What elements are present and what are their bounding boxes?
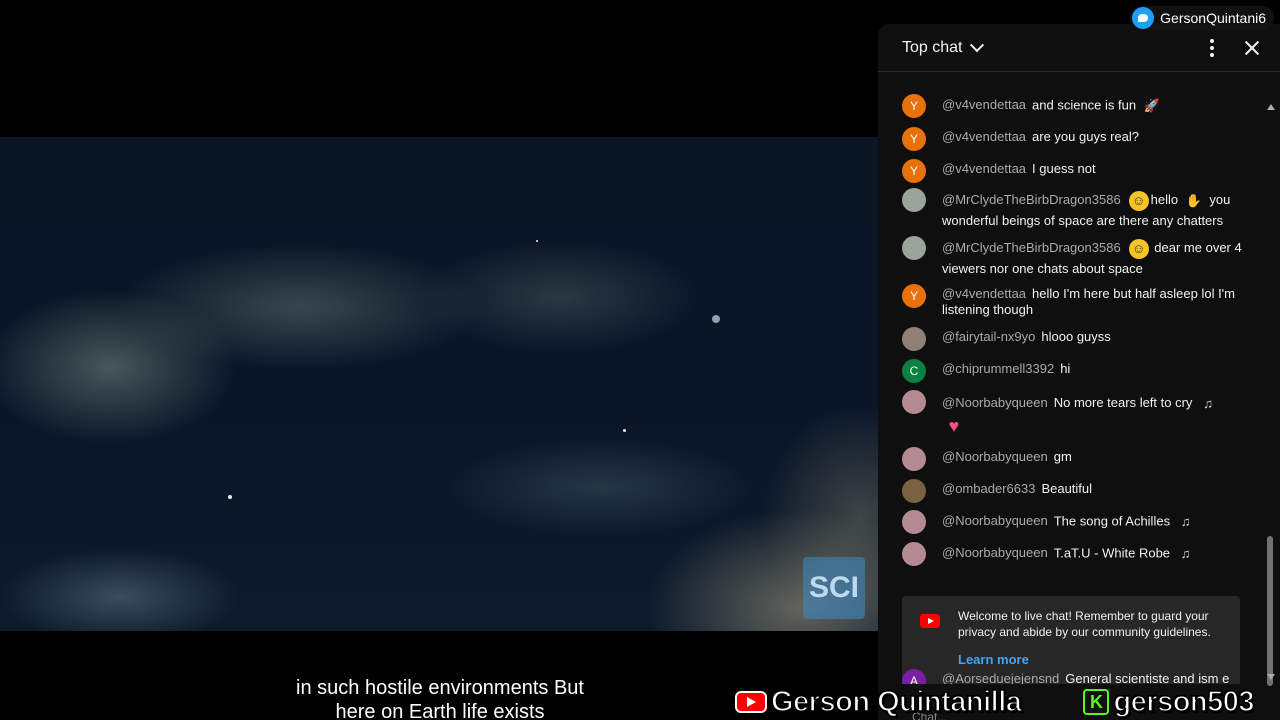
message-text: Beautiful bbox=[1041, 481, 1093, 496]
youtube-icon bbox=[920, 614, 940, 628]
message-text: hi bbox=[1060, 361, 1071, 376]
rocket-emoji-icon: 🚀 bbox=[1143, 98, 1160, 113]
avatar[interactable]: Y bbox=[902, 284, 926, 308]
close-icon[interactable] bbox=[1240, 36, 1264, 60]
author-name[interactable]: @Noorbabyqueen bbox=[942, 545, 1048, 560]
chat-message: @Noorbabyqueen T.aT.U - White Robe ♫ bbox=[902, 542, 1264, 566]
author-name[interactable]: @MrClydeTheBirbDragon3586 bbox=[942, 240, 1121, 255]
star-speck bbox=[536, 240, 538, 242]
message-text: gm bbox=[1053, 449, 1072, 464]
chat-message: Y @v4vendettaa and science is fun 🚀 bbox=[902, 94, 1264, 118]
scroll-down-arrow-icon[interactable] bbox=[1267, 674, 1275, 680]
author-name[interactable]: @v4vendettaa bbox=[942, 97, 1026, 112]
avatar[interactable] bbox=[902, 236, 926, 260]
avatar[interactable] bbox=[902, 510, 926, 534]
chat-message: @MrClydeTheBirbDragon3586 ☺ dear me over … bbox=[902, 236, 1264, 279]
avatar[interactable] bbox=[902, 390, 926, 414]
chat-message: @Noorbabyqueen The song of Achilles ♫ bbox=[902, 510, 1264, 534]
message-text: hello bbox=[1150, 192, 1179, 207]
author-name[interactable]: @v4vendettaa bbox=[942, 286, 1026, 301]
wave-emoji-icon: ✋ bbox=[1185, 192, 1202, 208]
avatar[interactable]: Y bbox=[902, 94, 926, 118]
chat-message: @MrClydeTheBirbDragon3586 ☺ hello ✋ you wo… bbox=[902, 188, 1264, 231]
chat-mode-dropdown[interactable]: Top chat bbox=[902, 37, 985, 57]
chat-message: Y @v4vendettaa are you guys real? bbox=[902, 127, 1264, 151]
subtitle-line-2: here on Earth life exists bbox=[335, 701, 545, 720]
stream-screen: SCI in such hostile environments But her… bbox=[0, 0, 1280, 720]
avatar[interactable]: C bbox=[902, 359, 926, 383]
twitter-icon bbox=[1132, 7, 1155, 29]
avatar[interactable] bbox=[902, 188, 926, 212]
kick-logo-icon: K bbox=[1083, 689, 1110, 715]
learn-more-link[interactable]: Learn more bbox=[958, 652, 1029, 667]
author-name[interactable]: @Noorbabyqueen bbox=[942, 449, 1048, 464]
author-name[interactable]: @Aorseduejejensnd bbox=[942, 671, 1059, 684]
avatar[interactable]: Y bbox=[902, 127, 926, 151]
kick-channel-name: gerson503 bbox=[1113, 685, 1256, 719]
avatar[interactable] bbox=[902, 542, 926, 566]
more-options-icon[interactable] bbox=[1200, 36, 1224, 60]
author-name[interactable]: @v4vendettaa bbox=[942, 161, 1026, 176]
smile-emoji-icon: ☺ bbox=[1128, 190, 1149, 211]
chat-message: C @chiprummell3392 hi bbox=[902, 359, 1264, 383]
author-name[interactable]: @Noorbabyqueen bbox=[942, 513, 1048, 528]
star-speck bbox=[228, 495, 232, 499]
twitter-handle: GersonQuintani6 bbox=[1160, 10, 1266, 26]
welcome-text: Welcome to live chat! Remember to guard … bbox=[958, 609, 1211, 639]
video-frame[interactable]: SCI bbox=[0, 137, 878, 631]
music-notes-emoji-icon: ♫ bbox=[1180, 546, 1191, 561]
scroll-up-arrow-icon[interactable] bbox=[1267, 104, 1275, 110]
chat-message: @Noorbabyqueen gm bbox=[902, 447, 1264, 471]
smile-emoji-icon: ☺ bbox=[1128, 238, 1149, 259]
twitter-overlay: GersonQuintani6 bbox=[1130, 6, 1274, 30]
chat-message: @Noorbabyqueen No more tears left to cry … bbox=[902, 390, 1264, 436]
chat-message-list[interactable]: Y @v4vendettaa and science is fun 🚀 Y @v4… bbox=[878, 72, 1266, 684]
heart-emoji-icon: ♥ bbox=[948, 415, 960, 436]
video-subtitle: in such hostile environments But here on… bbox=[240, 676, 640, 720]
author-name[interactable]: @chiprummell3392 bbox=[942, 361, 1054, 376]
chat-message: Y @v4vendettaa I guess not bbox=[902, 159, 1264, 183]
star-speck bbox=[623, 429, 626, 432]
author-name[interactable]: @MrClydeTheBirbDragon3586 bbox=[942, 192, 1121, 207]
streamer-brand-bar: Gerson Quintanilla K gerson503 bbox=[735, 685, 1256, 719]
avatar[interactable] bbox=[902, 327, 926, 351]
message-text: and science is fun bbox=[1032, 97, 1137, 113]
chat-message: Y @v4vendettaa hello I'm here but half as… bbox=[902, 284, 1264, 318]
subtitle-line-1: in such hostile environments But bbox=[296, 677, 584, 699]
chat-message: @fairytail-nx9yo hlooo guyss bbox=[902, 327, 1264, 351]
chat-message: A @Aorseduejejensnd General scientiste an… bbox=[902, 669, 1264, 684]
avatar[interactable] bbox=[902, 479, 926, 503]
author-name[interactable]: @Noorbabyqueen bbox=[942, 395, 1048, 410]
star-speck bbox=[712, 315, 720, 323]
chat-mode-label: Top chat bbox=[902, 38, 963, 56]
chat-message: @ombader6633 Beautiful bbox=[902, 479, 1264, 503]
message-text: hlooo guyss bbox=[1041, 329, 1111, 344]
avatar[interactable]: Y bbox=[902, 159, 926, 183]
channel-watermark: SCI bbox=[803, 557, 865, 619]
message-text: The song of Achilles bbox=[1053, 513, 1171, 529]
chat-header: Top chat bbox=[878, 24, 1280, 72]
message-text: are you guys real? bbox=[1032, 129, 1139, 144]
live-chat-panel: Top chat Y @v4vendettaa and science is fu… bbox=[878, 24, 1280, 720]
author-name[interactable]: @v4vendettaa bbox=[942, 129, 1026, 144]
kick-brand: K gerson503 bbox=[1083, 685, 1256, 719]
youtube-brand: Gerson Quintanilla bbox=[735, 685, 1023, 719]
chat-scrollbar-thumb[interactable] bbox=[1267, 536, 1273, 686]
youtube-logo-icon bbox=[735, 691, 767, 713]
avatar[interactable]: A bbox=[902, 669, 926, 684]
music-notes-emoji-icon: ♫ bbox=[1180, 514, 1191, 529]
author-name[interactable]: @fairytail-nx9yo bbox=[942, 329, 1035, 344]
chevron-down-icon bbox=[970, 37, 985, 52]
youtube-channel-name: Gerson Quintanilla bbox=[770, 685, 1022, 719]
music-notes-emoji-icon: ♫ bbox=[1203, 395, 1213, 411]
avatar[interactable] bbox=[902, 447, 926, 471]
message-text: No more tears left to cry bbox=[1053, 395, 1193, 410]
message-text: I guess not bbox=[1032, 161, 1096, 176]
message-text: T.aT.U - White Robe bbox=[1053, 545, 1171, 561]
author-name[interactable]: @ombader6633 bbox=[942, 481, 1035, 496]
